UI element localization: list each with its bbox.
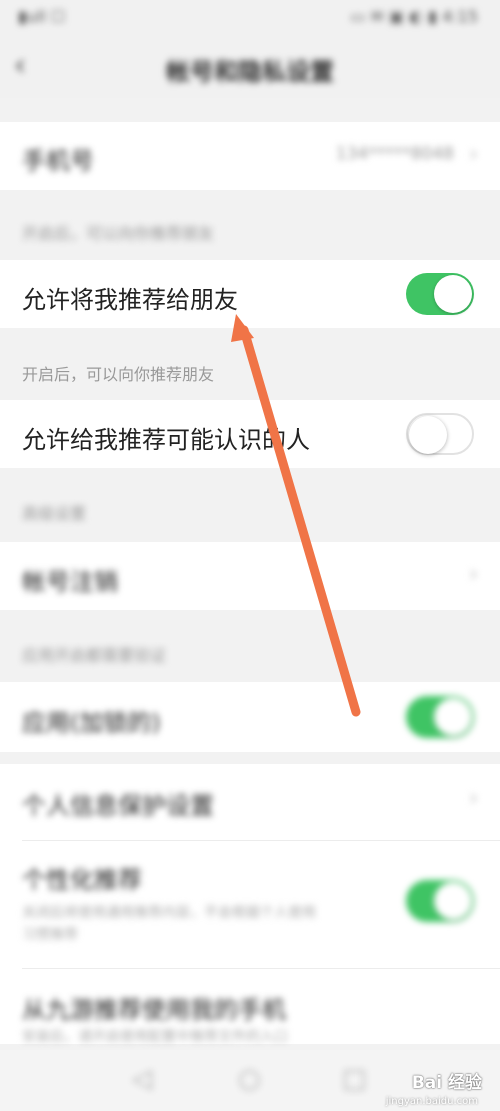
personalized-desc-2: 习惯推荐 xyxy=(22,927,78,943)
toggle-knob xyxy=(409,416,447,454)
status-right: ▭ ✉ ▣ ◐ ▮ 4:15 xyxy=(350,7,478,26)
recommend-to-friends-label: 允许将我推荐给朋友 xyxy=(22,286,238,314)
nav-bar: ‹ 帐号和隐私设置 xyxy=(0,38,500,98)
status-left: ▮ull ☐ xyxy=(18,7,66,26)
chevron-right-icon: › xyxy=(469,562,478,587)
recommend-maybe-known-label: 允许给我推荐可能认识的人 xyxy=(22,426,310,454)
personal-info-label[interactable]: 个人信息保护设置 xyxy=(22,786,214,821)
divider xyxy=(22,968,500,969)
toggle-knob xyxy=(434,882,472,920)
chevron-right-icon: › xyxy=(469,786,478,811)
hint-2: 开启后，可以向你推荐朋友 xyxy=(22,365,215,384)
watermark-text: Bai 经验 xyxy=(411,1073,482,1093)
third-party-label: 从九游推荐使用我的手机 xyxy=(22,996,286,1024)
personalized-toggle[interactable] xyxy=(406,880,474,922)
recommend-maybe-known-toggle[interactable] xyxy=(406,413,474,455)
home-nav-icon[interactable]: ○ xyxy=(238,1064,261,1094)
phone-row[interactable]: 手机号 134*****8048 › xyxy=(0,122,500,190)
third-party-desc: 安装后，请开启使用配置中推荐文件的入口 xyxy=(22,1029,288,1045)
page-title: 帐号和隐私设置 xyxy=(166,58,334,86)
divider xyxy=(22,840,500,841)
recommend-to-friends-row: 允许将我推荐给朋友 xyxy=(0,260,500,328)
phone-value: 134*****8048 xyxy=(335,144,454,164)
personalized-label: 个性化推荐 xyxy=(22,866,142,894)
arrow-shaft xyxy=(239,325,361,717)
section-lock: 应用开启都需要验证 xyxy=(22,646,167,665)
hint-1: 开启后，可以向你推荐朋友 xyxy=(22,224,215,243)
lock-toggle[interactable] xyxy=(406,696,474,738)
account-cancel-label: 帐号注销 xyxy=(22,568,118,596)
lock-row: 应用(加锁的) xyxy=(0,682,500,752)
recent-apps-icon[interactable]: □ xyxy=(342,1064,367,1094)
status-bar: ▮ull ☐ ▭ ✉ ▣ ◐ ▮ 4:15 xyxy=(0,0,500,38)
back-nav-icon[interactable]: ◁ xyxy=(132,1064,152,1094)
account-cancel-row[interactable]: 帐号注销 › xyxy=(0,542,500,610)
watermark-logo: Bai 经验 jingyan.baidu.com xyxy=(366,1057,482,1107)
personalized-desc-1: 关闭后将使用通用推荐内容，不会根据个人使用 xyxy=(22,905,316,921)
phone-label: 手机号 xyxy=(22,147,94,175)
chevron-right-icon: › xyxy=(469,142,478,167)
watermark-url: jingyan.baidu.com xyxy=(385,1096,478,1107)
section-advanced: 高级设置 xyxy=(22,504,87,523)
lock-label: 应用(加锁的) xyxy=(22,709,161,737)
toggle-knob xyxy=(434,275,472,313)
recommend-to-friends-toggle[interactable] xyxy=(406,273,474,315)
toggle-knob xyxy=(434,698,472,736)
personal-section: 个人信息保护设置 › 个性化推荐 关闭后将使用通用推荐内容，不会根据个人使用 习… xyxy=(0,764,500,1045)
recommend-maybe-known-row: 允许给我推荐可能认识的人 xyxy=(0,400,500,468)
